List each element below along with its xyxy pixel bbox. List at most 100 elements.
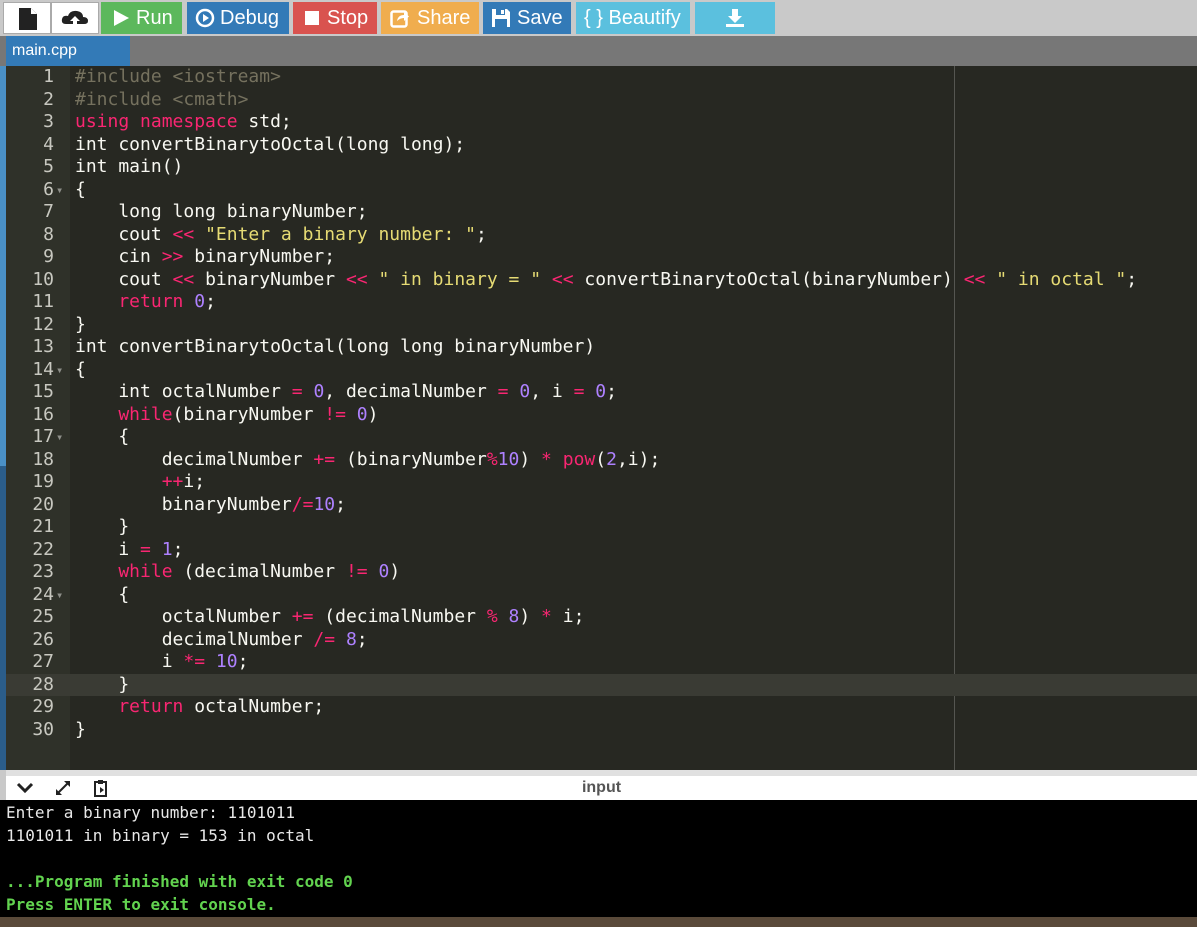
line-number: 15: [32, 381, 54, 402]
code-line[interactable]: 8 cout << "Enter a binary number: ";: [6, 224, 1197, 247]
code-line[interactable]: 29 return octalNumber;: [6, 696, 1197, 719]
code-text: long long binaryNumber;: [75, 201, 367, 224]
code-line[interactable]: 30}: [6, 719, 1197, 742]
code-line[interactable]: 18 decimalNumber += (binaryNumber%10) * …: [6, 449, 1197, 472]
line-number: 6: [43, 178, 54, 200]
console-line: ...Program finished with exit code 0: [6, 872, 353, 891]
code-token: +=: [313, 448, 336, 470]
code-token: 10: [215, 651, 238, 672]
code-editor[interactable]: 1 #include <iostream> 2 #include <cmath> 3 us…: [6, 66, 1197, 770]
download-button[interactable]: [695, 2, 775, 34]
code-token: using namespace: [75, 111, 238, 132]
code-line[interactable]: 7 long long binaryNumber;: [6, 201, 1197, 224]
code-token: convertBinarytoOctal(binaryNumber): [573, 268, 964, 290]
fold-arrow-icon[interactable]: ▾: [56, 426, 63, 449]
code-token: cout: [75, 223, 173, 245]
stop-button[interactable]: Stop: [293, 2, 377, 34]
code-text: int main(): [75, 156, 183, 179]
share-button[interactable]: Share: [381, 2, 479, 34]
code-line[interactable]: 13 int convertBinarytoOctal(long long bin…: [6, 336, 1197, 359]
code-token: <<: [172, 223, 195, 245]
new-file-button[interactable]: [3, 2, 51, 34]
code-text: using namespace std;: [75, 111, 292, 134]
console-header: input: [6, 776, 1197, 800]
code-token: i: [75, 538, 141, 560]
code-token: 0: [194, 291, 206, 312]
beautify-button[interactable]: { } Beautify: [576, 2, 690, 34]
code-line[interactable]: 23 while (decimalNumber != 0): [6, 561, 1197, 584]
code-line[interactable]: 14 ▾ {: [6, 359, 1197, 382]
code-line[interactable]: 3 using namespace std;: [6, 111, 1197, 134]
code-line[interactable]: 5 int main(): [6, 156, 1197, 179]
code-token: }: [75, 718, 86, 740]
code-token: !=: [345, 561, 368, 582]
line-number: 22: [32, 538, 54, 560]
code-token: *: [541, 448, 552, 470]
code-token: "Enter a binary number: ": [194, 223, 476, 245]
code-text: decimalNumber += (binaryNumber%10) * pow…: [75, 448, 661, 472]
code-line[interactable]: 24 ▾ {: [6, 584, 1197, 607]
code-line[interactable]: 20 binaryNumber/=10;: [6, 494, 1197, 517]
fold-arrow-icon[interactable]: ▾: [56, 179, 63, 202]
line-number: 12: [32, 313, 54, 335]
line-number: 18: [32, 448, 54, 470]
line-number: 11: [32, 291, 54, 312]
code-line[interactable]: 27 i *= 10;: [6, 651, 1197, 674]
code-line[interactable]: 2 #include <cmath>: [6, 89, 1197, 112]
code-token: pow: [562, 448, 596, 470]
upload-button[interactable]: [51, 2, 99, 34]
line-number: 16: [32, 403, 54, 425]
code-token: #include: [75, 88, 173, 110]
fold-arrow-icon[interactable]: ▾: [56, 359, 63, 382]
run-button[interactable]: Run: [101, 2, 182, 34]
code-line[interactable]: 10 cout << binaryNumber << " in binary =…: [6, 269, 1197, 292]
code-token: int convertBinarytoOctal(long long);: [75, 133, 466, 155]
code-token: %: [486, 448, 498, 470]
tab-main-cpp[interactable]: main.cpp: [6, 36, 130, 66]
console-output[interactable]: Enter a binary number: 1101011 1101011 in…: [0, 800, 1197, 917]
code-line[interactable]: 25 octalNumber += (decimalNumber % 8) * …: [6, 606, 1197, 629]
code-line[interactable]: 28 }: [6, 674, 1197, 697]
fold-arrow-icon[interactable]: ▾: [56, 584, 63, 607]
code-token: " in octal ": [985, 268, 1127, 290]
code-token: i;: [551, 606, 585, 627]
code-line[interactable]: 9 cin >> binaryNumber;: [6, 246, 1197, 269]
code-token: <cmath>: [172, 88, 249, 110]
code-token: }: [75, 673, 130, 695]
line-number: 1: [43, 66, 54, 87]
code-token: binaryNumber: [194, 268, 346, 290]
braces-icon: { } Beautify: [584, 7, 681, 29]
code-line[interactable]: 22 i = 1;: [6, 539, 1197, 562]
code-token: <<: [345, 268, 368, 290]
code-text: octalNumber += (decimalNumber % 8) * i;: [75, 606, 585, 629]
code-line[interactable]: 6 ▾ {: [6, 179, 1197, 202]
save-button[interactable]: Save: [483, 2, 571, 34]
code-line[interactable]: 17 ▾ {: [6, 426, 1197, 449]
code-token: octalNumber: [75, 606, 292, 627]
code-token: binaryNumber: [75, 493, 292, 515]
code-line[interactable]: 26 decimalNumber /= 8;: [6, 629, 1197, 652]
code-text: binaryNumber/=10;: [75, 494, 346, 517]
code-line[interactable]: 15 int octalNumber = 0, decimalNumber = …: [6, 381, 1197, 404]
code-token: cin: [75, 246, 162, 267]
code-token: return: [75, 696, 184, 717]
cloud-upload-icon: [61, 10, 88, 27]
code-token: (decimalNumber: [313, 606, 487, 627]
code-line[interactable]: 12}: [6, 314, 1197, 337]
code-line[interactable]: 4 int convertBinarytoOctal(long long);: [6, 134, 1197, 157]
code-token: {: [75, 358, 86, 380]
code-line[interactable]: 21 }: [6, 516, 1197, 539]
code-token: 8: [508, 606, 520, 627]
code-token: *=: [183, 651, 206, 672]
code-line[interactable]: 1 #include <iostream>: [6, 66, 1197, 89]
console-title: input: [581, 779, 622, 796]
code-text: int convertBinarytoOctal(long long binar…: [75, 336, 595, 359]
debug-button[interactable]: Debug: [187, 2, 289, 34]
code-line[interactable]: 16 while(binaryNumber != 0): [6, 404, 1197, 427]
code-line[interactable]: 19 ++i;: [6, 471, 1197, 494]
code-line[interactable]: 11 return 0;: [6, 291, 1197, 314]
code-token: 10: [497, 448, 520, 470]
code-token: " in binary = ": [367, 268, 542, 290]
